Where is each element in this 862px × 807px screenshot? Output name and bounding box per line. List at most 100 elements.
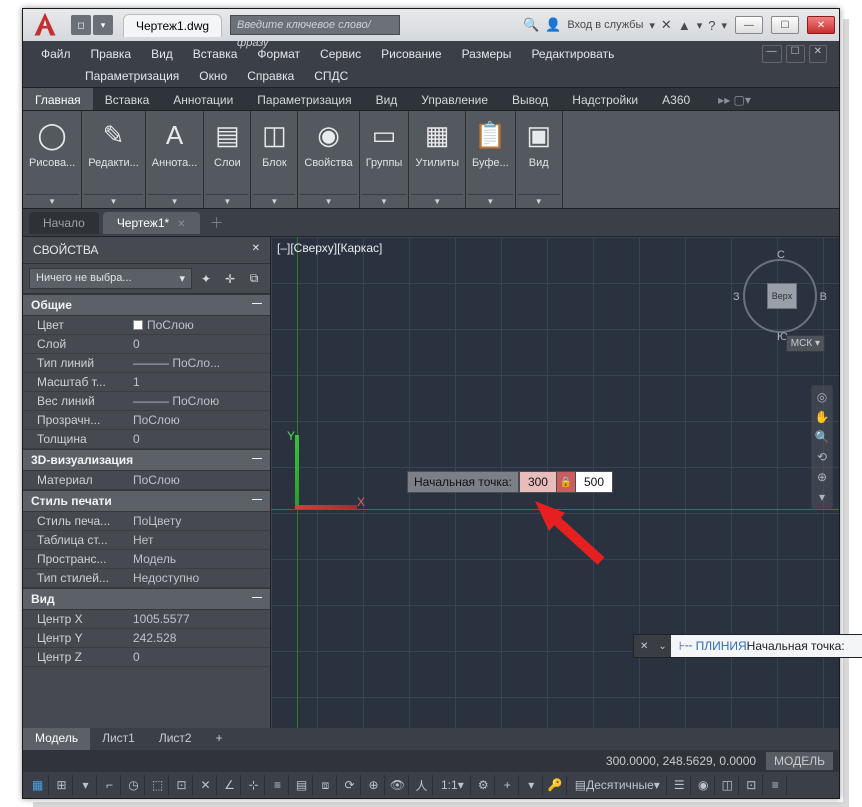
am-icon[interactable]: ⊕ <box>363 775 385 795</box>
prop-row[interactable]: Тип линий——— ПоСло... <box>23 354 270 373</box>
quick-select-icon[interactable]: ⧉ <box>244 269 264 289</box>
iso2-icon[interactable]: ◫ <box>717 775 739 795</box>
drawing-canvas[interactable]: [–][Сверху][Каркас] Y X Начальная точка:… <box>271 237 839 728</box>
grid-icon[interactable]: ▦ <box>27 775 49 795</box>
osnap-icon[interactable]: ⊡ <box>171 775 193 795</box>
ribbon-panel-8[interactable]: 📋Буфе...▼ <box>466 111 516 208</box>
prop-value[interactable]: 1 <box>133 375 270 389</box>
prop-row[interactable]: Слой0 <box>23 335 270 354</box>
ribbon-panel-1[interactable]: ✎Редакти...▼ <box>82 111 146 208</box>
qat-dropdown-icon[interactable]: ▾ <box>93 15 113 35</box>
new-tab-button[interactable]: ＋ <box>210 213 224 233</box>
menu-parametric[interactable]: Параметризация <box>31 65 189 87</box>
as-icon[interactable]: 人 <box>411 775 433 795</box>
prop-value[interactable]: 0 <box>133 432 270 446</box>
ribbon-panel-6[interactable]: ▭Группы▼ <box>360 111 410 208</box>
ribbon-panel-5[interactable]: ◉Свойства▼ <box>298 111 359 208</box>
menu-tools[interactable]: Сервис <box>310 43 371 65</box>
ortho-icon[interactable]: ⌐ <box>99 775 121 795</box>
maximize-button[interactable]: ☐ <box>771 16 799 34</box>
panel-expand-icon[interactable]: ▼ <box>300 194 356 208</box>
ribbon-tab-addins[interactable]: Надстройки <box>560 88 650 110</box>
iso-icon[interactable]: ⬚ <box>147 775 169 795</box>
mdi-minimize[interactable]: — <box>762 45 782 63</box>
a360-icon[interactable]: ▲ <box>678 18 691 33</box>
login-link[interactable]: Вход в службы <box>567 19 643 31</box>
ribbon-tab-manage[interactable]: Управление <box>409 88 500 110</box>
panel-expand-icon[interactable]: ▼ <box>253 194 295 208</box>
document-tab[interactable]: Чертеж1.dwg <box>123 14 222 37</box>
prop-row[interactable]: Вес линий——— ПоСлою <box>23 392 270 411</box>
navigation-bar[interactable]: ◎✋🔍⟲⊕▾ <box>811 385 833 509</box>
prop-row[interactable]: Толщина0 <box>23 430 270 449</box>
ribbon-more[interactable]: ▸▸ ▢▾ <box>706 88 763 110</box>
scale-control[interactable]: 1:1 ▾ <box>435 775 471 795</box>
panel-expand-icon[interactable]: ▼ <box>411 194 463 208</box>
layout-tab-model[interactable]: Модель <box>23 728 90 750</box>
panel-expand-icon[interactable]: ▼ <box>25 194 79 208</box>
hw-icon[interactable]: ◉ <box>693 775 715 795</box>
infer-icon[interactable]: ▾ <box>75 775 97 795</box>
menu-dimension[interactable]: Размеры <box>452 43 522 65</box>
prop-row[interactable]: Тип стилей...Недоступно <box>23 569 270 588</box>
file-tab-start[interactable]: Начало <box>29 212 99 234</box>
prop-value[interactable]: ПоЦвету <box>133 514 270 528</box>
prop-value[interactable]: ПоСлою <box>133 473 270 487</box>
search-icon[interactable]: 🔍 <box>523 17 539 33</box>
dyn-y-field[interactable]: 500 <box>575 471 613 493</box>
ribbon-tab-output[interactable]: Вывод <box>500 88 560 110</box>
panel-expand-icon[interactable]: ▼ <box>206 194 248 208</box>
select-objects-icon[interactable]: ✛ <box>220 269 240 289</box>
ribbon-panel-7[interactable]: ▦Утилиты▼ <box>409 111 466 208</box>
selection-combo[interactable]: Ничего не выбра...▾ <box>29 268 192 289</box>
menu-edit[interactable]: Правка <box>81 43 142 65</box>
user-icon[interactable]: 👤 <box>545 17 561 33</box>
panel-expand-icon[interactable]: ▼ <box>362 194 407 208</box>
help-icon[interactable]: ? <box>708 18 715 33</box>
ribbon-tab-a360[interactable]: A360 <box>650 88 702 110</box>
ribbon-panel-4[interactable]: ◫Блок▼ <box>251 111 298 208</box>
prop-value[interactable]: 0 <box>133 337 270 351</box>
cmd-close-icon[interactable]: ✕ <box>634 641 654 652</box>
properties-close-icon[interactable]: ✕ <box>252 243 260 257</box>
dyn-x-field[interactable]: 300 <box>519 471 557 493</box>
qp-icon[interactable]: ⧈ <box>315 775 337 795</box>
prop-value[interactable]: ПоСлою <box>133 318 270 332</box>
space-toggle[interactable]: МОДЕЛЬ <box>766 752 833 770</box>
gear-icon[interactable]: ⚙ <box>473 775 495 795</box>
menu-modify[interactable]: Редактировать <box>521 43 624 65</box>
mdi-restore[interactable]: ☐ <box>786 45 805 63</box>
cat-view[interactable]: Вид <box>31 592 55 606</box>
prop-row[interactable]: Масштаб т...1 <box>23 373 270 392</box>
dynamic-input[interactable]: Начальная точка: 300 🔒 500 <box>407 471 613 493</box>
menu-help[interactable]: Справка <box>237 65 304 87</box>
prop-row[interactable]: Прозрачн...ПоСлою <box>23 411 270 430</box>
prop-value[interactable]: ——— ПоСло... <box>133 356 270 370</box>
prop-value[interactable]: 0 <box>133 650 270 664</box>
prop-value[interactable]: ——— ПоСлою <box>133 394 270 408</box>
cmd-history-icon[interactable]: ⌄ <box>654 641 670 652</box>
minimize-button[interactable]: — <box>735 16 763 34</box>
ucs-button[interactable]: МСК ▾ <box>786 335 825 352</box>
ribbon-tab-view[interactable]: Вид <box>364 88 410 110</box>
close-button[interactable]: ✕ <box>807 16 835 34</box>
prop-row[interactable]: Центр X1005.5577 <box>23 610 270 629</box>
cat-general[interactable]: Общие <box>31 298 72 312</box>
ribbon-tab-parametric[interactable]: Параметризация <box>245 88 363 110</box>
custom-icon[interactable]: ≡ <box>765 775 787 795</box>
menu-spds[interactable]: СПДС <box>304 65 358 87</box>
app-logo[interactable] <box>23 9 67 41</box>
qp2-icon[interactable]: ☰ <box>669 775 691 795</box>
lock-icon[interactable]: 🔒 <box>557 471 575 493</box>
ribbon-panel-2[interactable]: AАннота...▼ <box>146 111 205 208</box>
ribbon-tab-annotate[interactable]: Аннотации <box>161 88 245 110</box>
prop-value[interactable]: 1005.5577 <box>133 612 270 626</box>
panel-expand-icon[interactable]: ▼ <box>518 194 560 208</box>
prop-row[interactable]: Центр Y242.528 <box>23 629 270 648</box>
search-input[interactable]: Введите ключевое слово/фразу <box>230 15 400 35</box>
prop-row[interactable]: МатериалПоСлою <box>23 471 270 490</box>
cat-viz[interactable]: 3D-визуализация <box>31 453 133 467</box>
mdi-close[interactable]: ✕ <box>809 45 827 63</box>
close-icon[interactable]: ✕ <box>177 219 185 230</box>
sc-icon[interactable]: ⟳ <box>339 775 361 795</box>
